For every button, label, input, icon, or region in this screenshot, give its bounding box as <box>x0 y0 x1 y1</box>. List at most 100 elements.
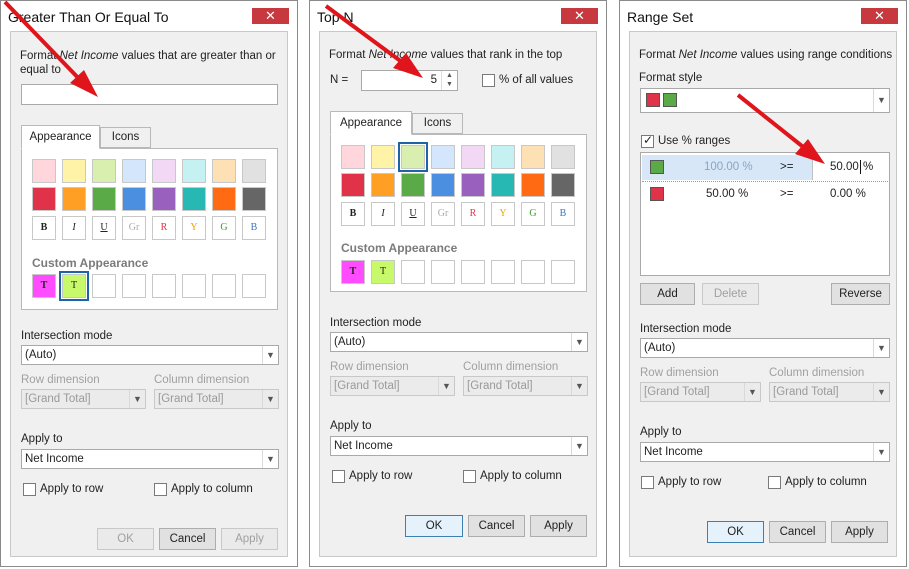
format-style-select[interactable]: ▼ <box>640 88 890 113</box>
apply-to-column-checkbox[interactable] <box>154 483 167 496</box>
swatch-purple[interactable] <box>461 173 485 197</box>
apply-to-column-checkbox[interactable] <box>463 470 476 483</box>
swatch-purple[interactable] <box>152 187 176 211</box>
swatch-light-gray[interactable] <box>242 159 266 183</box>
font-red-button[interactable]: R <box>152 216 176 240</box>
swatch-red[interactable] <box>341 173 365 197</box>
add-button[interactable]: Add <box>640 283 695 305</box>
swatch-light-gray[interactable] <box>551 145 575 169</box>
custom-swatch-empty[interactable] <box>122 274 146 298</box>
swatch-light-orange[interactable] <box>521 145 545 169</box>
custom-swatch-empty[interactable] <box>431 260 455 284</box>
swatch-green[interactable] <box>401 173 425 197</box>
custom-swatch-empty[interactable] <box>401 260 425 284</box>
swatch-light-green[interactable] <box>398 142 428 172</box>
apply-to-select[interactable]: Net Income ▼ <box>330 436 588 456</box>
intersection-mode-select[interactable]: (Auto) ▼ <box>640 338 890 358</box>
custom-swatch-empty[interactable] <box>92 274 116 298</box>
apply-to-select[interactable]: Net Income ▼ <box>640 442 890 462</box>
table-row[interactable]: 50.00 % >= 0.00 % <box>642 182 888 207</box>
range-to-editor[interactable]: 50.00 % <box>812 155 888 180</box>
swatch-red[interactable] <box>32 187 56 211</box>
font-red-button[interactable]: R <box>461 202 485 226</box>
swatch-light-orange[interactable] <box>212 159 236 183</box>
apply-to-row-checkbox[interactable] <box>332 470 345 483</box>
custom-swatch-empty[interactable] <box>152 274 176 298</box>
swatch-green[interactable] <box>92 187 116 211</box>
delete-button[interactable]: Delete <box>702 283 759 305</box>
ok-button[interactable]: OK <box>405 515 463 537</box>
swatch-light-teal[interactable] <box>182 159 206 183</box>
swatch-deep-orange[interactable] <box>212 187 236 211</box>
font-green-button[interactable]: G <box>521 202 545 226</box>
apply-button[interactable]: Apply <box>831 521 888 543</box>
swatch-light-teal[interactable] <box>491 145 515 169</box>
custom-swatch-magenta[interactable]: T <box>341 260 365 284</box>
custom-swatch-empty[interactable] <box>212 274 236 298</box>
custom-swatch-empty[interactable] <box>242 274 266 298</box>
custom-swatch-magenta[interactable]: T <box>32 274 56 298</box>
ok-button[interactable]: OK <box>707 521 764 543</box>
font-italic-button[interactable]: I <box>62 216 86 240</box>
apply-to-row-checkbox[interactable] <box>23 483 36 496</box>
column-dimension-select[interactable]: [Grand Total] ▼ <box>154 389 279 409</box>
close-icon[interactable]: ✕ <box>561 8 598 24</box>
row-dimension-select[interactable]: [Grand Total] ▼ <box>21 389 146 409</box>
value-input[interactable] <box>21 84 278 105</box>
font-blue-button[interactable]: B <box>242 216 266 240</box>
custom-swatch-empty[interactable] <box>551 260 575 284</box>
font-underline-button[interactable]: U <box>401 202 425 226</box>
column-dimension-select[interactable]: [Grand Total] ▼ <box>769 382 890 402</box>
reverse-button[interactable]: Reverse <box>831 283 890 305</box>
font-blue-button[interactable]: B <box>551 202 575 226</box>
cancel-button[interactable]: Cancel <box>468 515 525 537</box>
swatch-light-yellow[interactable] <box>62 159 86 183</box>
swatch-orange[interactable] <box>371 173 395 197</box>
tab-appearance[interactable]: Appearance <box>330 111 412 135</box>
swatch-dark-gray[interactable] <box>242 187 266 211</box>
tab-appearance[interactable]: Appearance <box>21 125 100 149</box>
swatch-light-green[interactable] <box>92 159 116 183</box>
swatch-teal[interactable] <box>491 173 515 197</box>
swatch-light-pink[interactable] <box>32 159 56 183</box>
font-yellow-button[interactable]: Y <box>182 216 206 240</box>
apply-to-column-checkbox[interactable] <box>768 476 781 489</box>
swatch-light-pink[interactable] <box>341 145 365 169</box>
swatch-deep-orange[interactable] <box>521 173 545 197</box>
swatch-teal[interactable] <box>182 187 206 211</box>
custom-swatch-empty[interactable] <box>182 274 206 298</box>
swatch-blue[interactable] <box>122 187 146 211</box>
row-dimension-select[interactable]: [Grand Total] ▼ <box>640 382 761 402</box>
font-bold-button[interactable]: B <box>341 202 365 226</box>
use-percent-ranges-checkbox[interactable] <box>641 133 654 148</box>
swatch-dark-gray[interactable] <box>551 173 575 197</box>
cancel-button[interactable]: Cancel <box>159 528 216 550</box>
font-underline-button[interactable]: U <box>92 216 116 240</box>
swatch-light-blue[interactable] <box>122 159 146 183</box>
swatch-orange[interactable] <box>62 187 86 211</box>
font-italic-button[interactable]: I <box>371 202 395 226</box>
swatch-light-purple[interactable] <box>461 145 485 169</box>
swatch-light-purple[interactable] <box>152 159 176 183</box>
custom-swatch-empty[interactable] <box>491 260 515 284</box>
cancel-button[interactable]: Cancel <box>769 521 826 543</box>
apply-button[interactable]: Apply <box>221 528 278 550</box>
font-gray-button[interactable]: Gr <box>431 202 455 226</box>
close-icon[interactable]: ✕ <box>861 8 898 24</box>
custom-swatch-lime[interactable]: T <box>371 260 395 284</box>
font-green-button[interactable]: G <box>212 216 236 240</box>
custom-swatch-empty[interactable] <box>521 260 545 284</box>
spin-arrows-icon[interactable]: ▲ ▼ <box>441 71 457 90</box>
custom-swatch-empty[interactable] <box>461 260 485 284</box>
ok-button[interactable]: OK <box>97 528 154 550</box>
percent-of-all-checkbox[interactable] <box>482 74 495 87</box>
font-yellow-button[interactable]: Y <box>491 202 515 226</box>
row-dimension-select[interactable]: [Grand Total] ▼ <box>330 376 455 396</box>
apply-button[interactable]: Apply <box>530 515 587 537</box>
column-dimension-select[interactable]: [Grand Total] ▼ <box>463 376 588 396</box>
font-bold-button[interactable]: B <box>32 216 56 240</box>
apply-to-select[interactable]: Net Income ▼ <box>21 449 279 469</box>
custom-swatch-lime[interactable]: T <box>59 271 89 301</box>
n-stepper[interactable]: 5 ▲ ▼ <box>361 70 458 91</box>
swatch-light-blue[interactable] <box>431 145 455 169</box>
